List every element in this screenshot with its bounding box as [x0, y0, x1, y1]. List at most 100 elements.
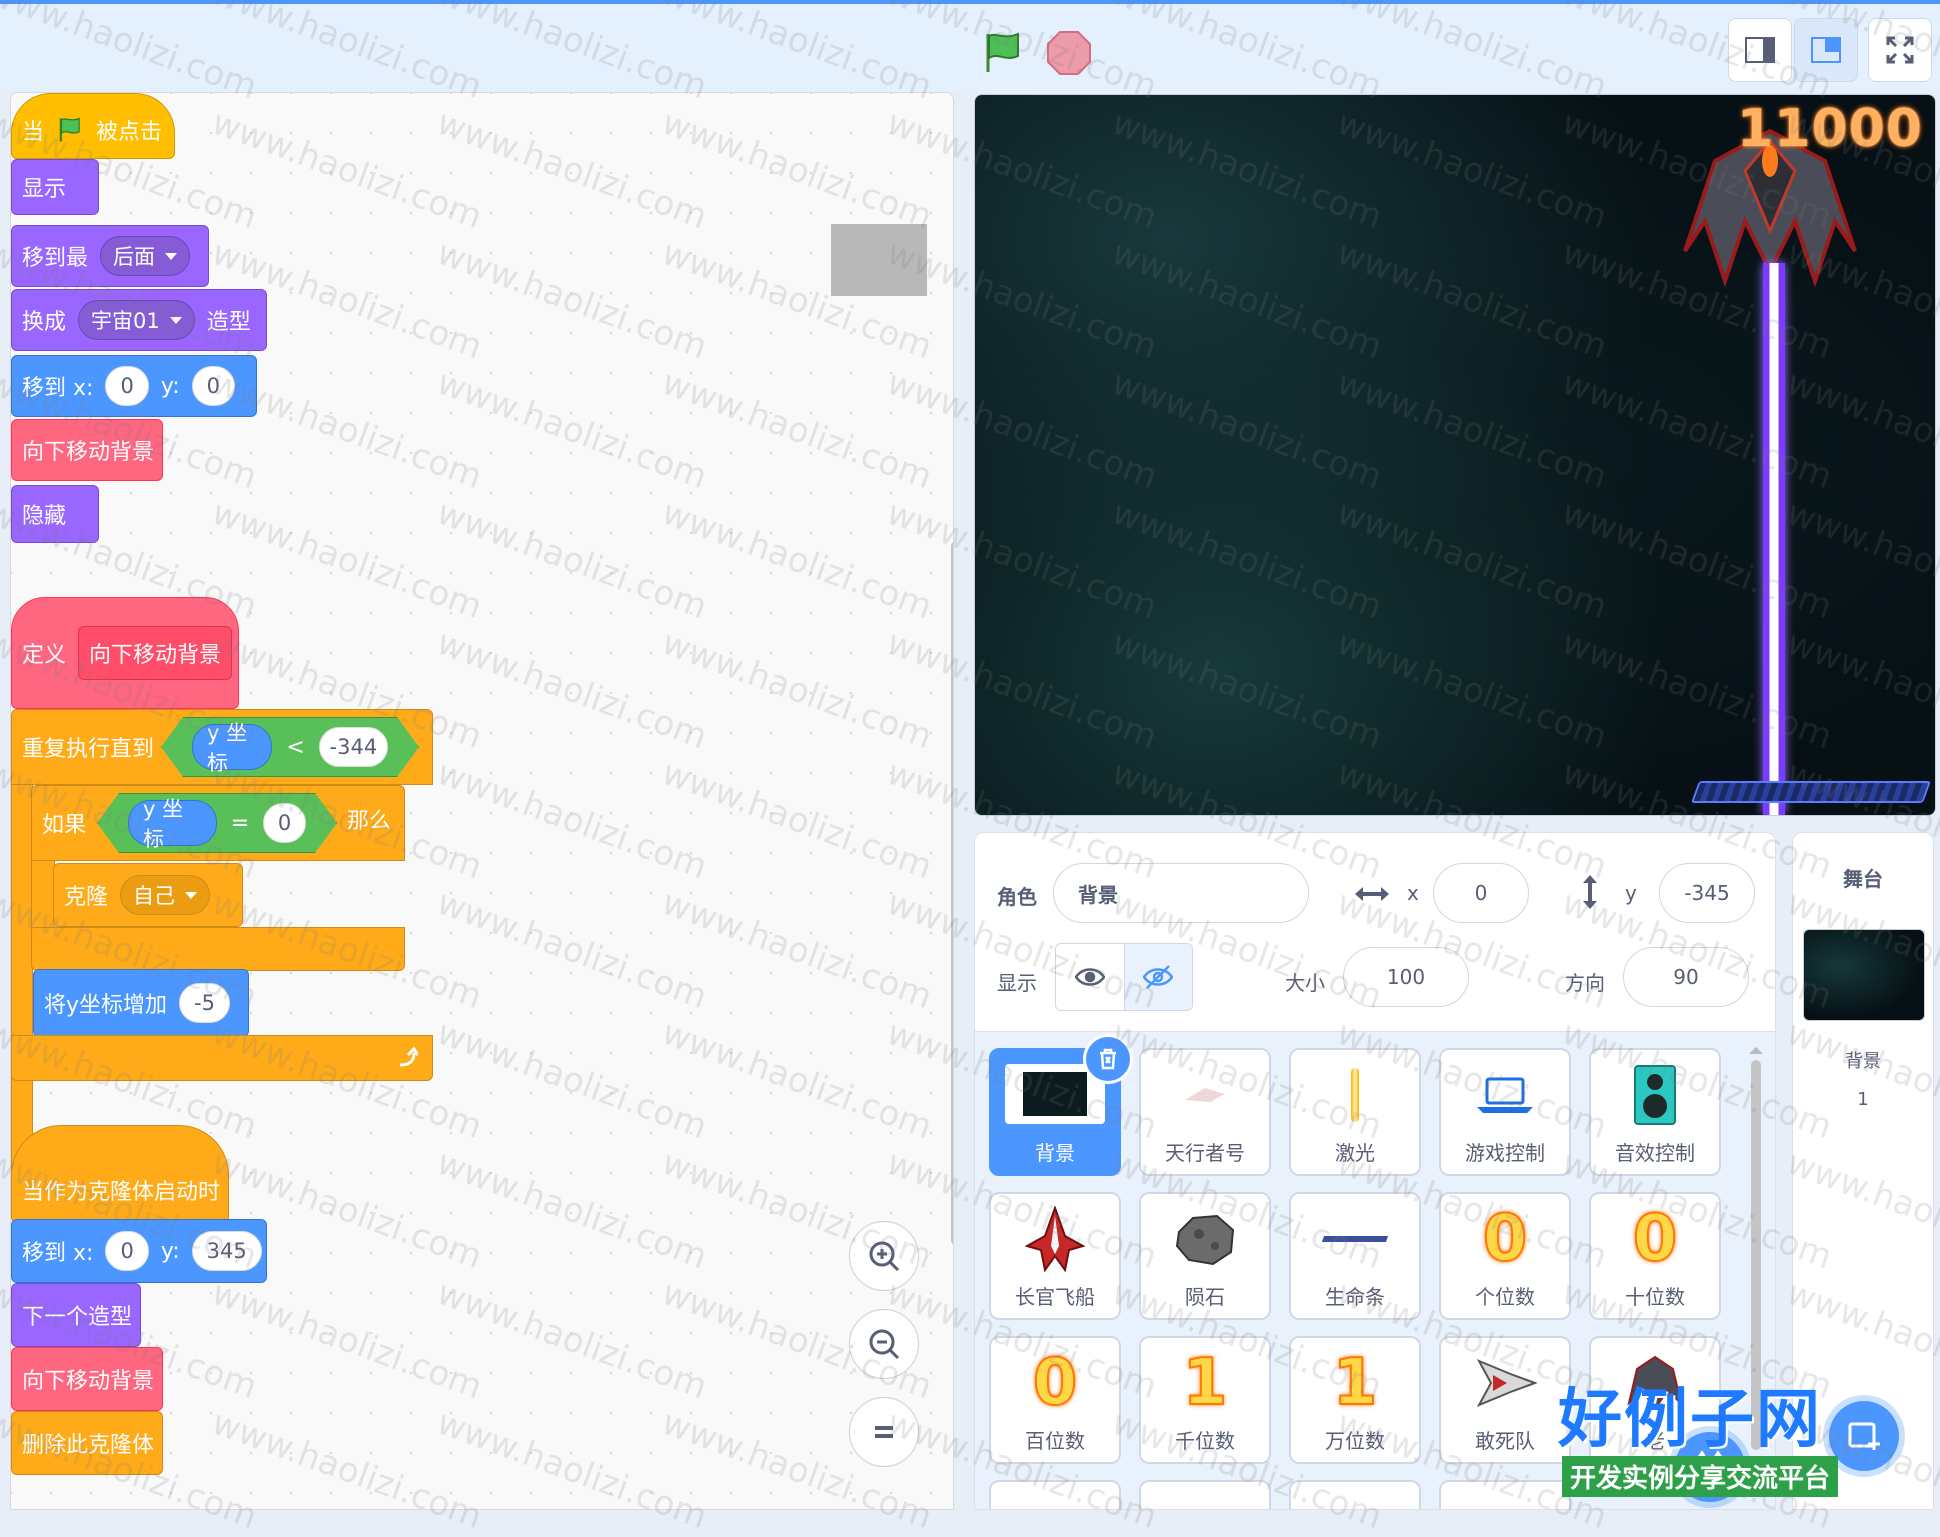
digit-thumbnail: 0 [1470, 1201, 1540, 1277]
stage-thumbnail[interactable] [1803, 929, 1925, 1021]
sprite-tile[interactable]: 0 百位数 [989, 1336, 1121, 1464]
x-input[interactable]: 0 [105, 1231, 149, 1271]
equals-operator[interactable]: y 坐标 = 0 [97, 793, 337, 853]
go-to-xy-block[interactable]: 移到 x: 0 y: 0 [11, 355, 257, 417]
compare-value-input[interactable]: -344 [319, 727, 388, 767]
sprite-tile[interactable]: 激光 [1289, 1048, 1421, 1176]
block-text: 那么 [347, 809, 392, 834]
digit-glyph: 1 [1182, 1345, 1229, 1421]
less-than-operator[interactable]: y 坐标 < -344 [161, 717, 419, 777]
sprite-tile[interactable]: 0 十位数 [1589, 1192, 1721, 1320]
x-arrows-icon [1355, 887, 1389, 901]
show-sprite-button[interactable] [1056, 944, 1125, 1010]
y-position-reporter[interactable]: y 坐标 [128, 800, 217, 846]
sprite-tile[interactable]: 长官飞船 [989, 1192, 1121, 1320]
digit-glyph: 1 [1332, 1345, 1379, 1421]
loop-arrow-icon [399, 1047, 418, 1067]
stop-icon[interactable] [1046, 30, 1092, 76]
when-flag-clicked-block[interactable]: 当 被点击 [11, 93, 175, 159]
normal-stage-icon [1811, 37, 1841, 63]
chevron-down-icon [165, 252, 178, 260]
change-y-block[interactable]: 将y坐标增加 -5 [33, 969, 249, 1037]
block-text: y: [160, 373, 180, 399]
normal-stage-button[interactable] [1794, 18, 1858, 82]
code-vertical-scrollbar[interactable] [951, 541, 953, 1245]
chevron-up-icon [1749, 1047, 1763, 1054]
next-costume-block[interactable]: 下一个造型 [11, 1283, 141, 1347]
block-text: 隐藏 [22, 504, 67, 529]
sprite-tile[interactable]: 天行者号 [1139, 1048, 1271, 1176]
health-bar-thumbnail [1320, 1204, 1390, 1274]
when-start-as-clone-block[interactable]: 当作为克隆体启动时 [11, 1125, 229, 1223]
block-text: 下一个造型 [22, 1305, 133, 1330]
y-position-reporter[interactable]: y 坐标 [192, 724, 272, 770]
size-input[interactable]: 100 [1343, 947, 1469, 1007]
sprite-tile[interactable]: 音效控制 [1589, 1048, 1721, 1176]
sprite-tile[interactable] [1139, 1480, 1271, 1509]
sprite-tile[interactable]: 游戏控制 [1439, 1048, 1571, 1176]
show-block[interactable]: 显示 [11, 159, 99, 215]
y-input[interactable]: 0 [191, 366, 236, 406]
small-stage-button[interactable] [1728, 18, 1792, 82]
sprite-name: 十位数 [1625, 1285, 1685, 1309]
sprite-tile[interactable]: 1 万位数 [1289, 1336, 1421, 1464]
code-area[interactable]: 当 被点击 显示 移到最 后面 换成 宇宙01 造型 移到 x: 0 y: 0 … [10, 92, 954, 1510]
repeat-until-arm [11, 785, 33, 1185]
sprite-tile[interactable] [1289, 1480, 1421, 1509]
zoom-in-icon [869, 1241, 900, 1272]
block-text: 换成 [22, 310, 67, 335]
size-label: 大小 [1285, 971, 1325, 995]
repeat-until-end-cap [11, 1035, 433, 1081]
go-to-xy-block[interactable]: 移到 x: 0 y: 345 [11, 1219, 267, 1283]
zoom-reset-button[interactable] [849, 1397, 919, 1467]
compare-value-input[interactable]: 0 [263, 803, 306, 843]
delete-sprite-button[interactable] [1083, 1034, 1133, 1084]
x-position-input[interactable]: 0 [1433, 863, 1529, 923]
hide-block[interactable]: 隐藏 [11, 485, 99, 543]
zoom-out-button[interactable] [849, 1309, 919, 1379]
create-clone-block[interactable]: 克隆 自己 [53, 863, 243, 927]
green-flag-icon[interactable] [980, 30, 1026, 76]
equals-icon [875, 1426, 893, 1438]
delete-this-clone-block[interactable]: 删除此克隆体 [11, 1411, 163, 1475]
go-to-layer-block[interactable]: 移到最 后面 [11, 225, 209, 287]
clone-target-dropdown[interactable]: 自己 [120, 875, 211, 915]
digit-thumbnail: 0 [1020, 1345, 1090, 1421]
stage-canvas[interactable]: 11000 [974, 94, 1936, 816]
small-stage-icon [1745, 37, 1775, 63]
sprite-tile[interactable]: 生命条 [1289, 1192, 1421, 1320]
change-y-input[interactable]: -5 [179, 983, 230, 1023]
block-text: 将y坐标增加 [44, 993, 168, 1018]
chevron-down-icon [185, 891, 198, 899]
call-move-background-block[interactable]: 向下移动背景 [11, 419, 163, 481]
sprite-name: 长官飞船 [1015, 1285, 1095, 1309]
sprite-tile[interactable] [989, 1480, 1121, 1509]
sprite-tile[interactable]: 陨石 [1139, 1192, 1271, 1320]
y-position-input[interactable]: -345 [1659, 863, 1755, 923]
zoom-in-button[interactable] [849, 1221, 919, 1291]
ship-thumbnail [1170, 1060, 1240, 1130]
hide-sprite-button[interactable] [1124, 944, 1192, 1010]
switch-costume-block[interactable]: 换成 宇宙01 造型 [11, 289, 267, 351]
sprite-name-input[interactable]: 背景 [1053, 863, 1309, 923]
sprite-tile[interactable]: 1 千位数 [1139, 1336, 1271, 1464]
digit-thumbnail: 1 [1320, 1345, 1390, 1421]
image-plus-icon [1848, 1422, 1880, 1450]
y-input[interactable]: 345 [191, 1231, 262, 1271]
costume-dropdown[interactable]: 宇宙01 [78, 300, 195, 340]
add-backdrop-button[interactable] [1829, 1401, 1899, 1471]
direction-input[interactable]: 90 [1623, 947, 1749, 1007]
sprite-name: 游戏控制 [1465, 1141, 1545, 1165]
sprite-tile[interactable]: 敢死队 [1439, 1336, 1571, 1464]
x-input[interactable]: 0 [105, 366, 149, 406]
define-block[interactable]: 定义 向下移动背景 [11, 597, 239, 709]
dropdown-value: 后面 [113, 245, 156, 269]
sprite-tile-background[interactable]: 背景 [989, 1034, 1133, 1176]
sprite-name: 陨石 [1185, 1285, 1225, 1309]
sprite-tile[interactable]: 0 个位数 [1439, 1192, 1571, 1320]
fullscreen-button[interactable] [1868, 18, 1932, 82]
call-move-background-block[interactable]: 向下移动背景 [11, 1347, 163, 1411]
sprite-tile[interactable] [1439, 1480, 1571, 1509]
block-text: 定义 [22, 643, 67, 668]
layer-dropdown[interactable]: 后面 [100, 236, 191, 276]
